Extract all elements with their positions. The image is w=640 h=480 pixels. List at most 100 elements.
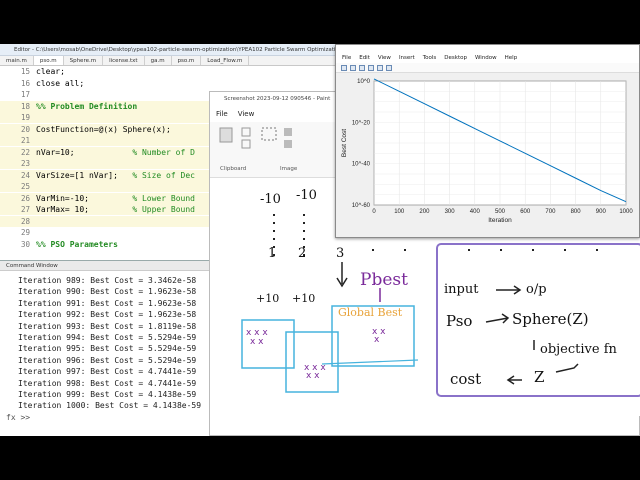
new-figure-icon[interactable] xyxy=(341,64,347,71)
code-text: %% Problem Definition xyxy=(36,101,138,111)
code-comment: % Lower Bound xyxy=(132,193,195,203)
command-output-line: Iteration 994: Best Cost = 5.5294e-59 xyxy=(18,333,197,342)
line-number: 22 xyxy=(20,147,30,157)
code-text: clear; xyxy=(36,67,65,76)
note-minus10-b: -10 xyxy=(296,188,317,203)
editor-tab[interactable]: pso.m xyxy=(33,56,64,65)
note-z: Z xyxy=(534,368,545,386)
pan-icon[interactable] xyxy=(386,64,392,71)
code-line: 18 %% Problem Definition xyxy=(0,100,210,112)
code-text: VarMax= 10; xyxy=(36,205,89,214)
command-output-line: Iteration 1000: Best Cost = 4.1438e-59 xyxy=(18,401,202,411)
command-prompt[interactable]: fx >> xyxy=(6,413,30,422)
command-window[interactable]: Command Window Iteration 989: Best Cost … xyxy=(0,260,210,436)
line-number: 30 xyxy=(20,239,30,249)
command-output-line: Iteration 993: Best Cost = 1.8119e-58 xyxy=(18,321,197,331)
print-icon[interactable] xyxy=(368,64,374,71)
note-plus10-a: +10 xyxy=(256,292,280,305)
code-line: 20 CostFunction=@(x) Sphere(x); xyxy=(0,123,210,135)
command-output-line: Iteration 998: Best Cost = 4.7441e-59 xyxy=(18,378,197,388)
best-cost-chart: 0 100 200 300 400 500 600 700 800 900 1000 10^0 10^-… xyxy=(341,78,633,224)
editor-tab[interactable]: ga.m xyxy=(145,56,172,65)
y-tick-label: 10^0 xyxy=(357,79,370,85)
copy-icon xyxy=(241,139,251,149)
editor-tab[interactable]: pso.m xyxy=(172,56,202,65)
code-text: VarSize=[1 nVar]; xyxy=(36,170,118,180)
resize-icon xyxy=(284,140,292,148)
y-tick-label: 10^-20 xyxy=(352,120,371,126)
figure-menu-item[interactable]: View xyxy=(378,53,391,63)
line-number: 24 xyxy=(20,170,30,180)
code-line: 29 xyxy=(0,227,210,238)
command-output-line: Iteration 991: Best Cost = 1.9623e-58 xyxy=(18,298,197,308)
note-input: input xyxy=(444,282,479,297)
line-number: 18 xyxy=(20,101,30,111)
code-line: 30 %% PSO Parameters xyxy=(0,239,210,250)
figure-menu-item[interactable]: Help xyxy=(505,53,518,63)
command-window-title: Command Window xyxy=(0,261,210,271)
figure-menu-item[interactable]: File xyxy=(342,53,351,63)
line-number: 19 xyxy=(20,113,30,122)
line-number: 17 xyxy=(20,90,30,99)
save-icon[interactable] xyxy=(359,64,365,71)
figure-menu-item[interactable]: Edit xyxy=(359,53,370,63)
figure-menu-item[interactable]: Desktop xyxy=(444,53,467,63)
open-icon[interactable] xyxy=(350,64,356,71)
video-frame: Editor - C:\Users\mosab\OneDrive\Desktop… xyxy=(0,0,640,480)
paint-menu-view[interactable]: View xyxy=(238,110,255,118)
line-number: 21 xyxy=(20,136,30,145)
svg-text:x x: x x xyxy=(250,337,264,347)
line-number: 16 xyxy=(20,78,30,88)
cut-icon xyxy=(241,127,251,137)
code-line: 27 VarMax= 10; % Upper Bound xyxy=(0,204,210,215)
editor-tab[interactable]: main.m xyxy=(0,56,34,65)
code-line: 17 xyxy=(0,89,210,100)
figure-toolbar xyxy=(336,63,639,73)
editor-tab[interactable]: Sphere.m xyxy=(64,56,104,65)
code-line: 25 xyxy=(0,181,210,192)
code-text: CostFunction=@(x) Sphere(x); xyxy=(36,124,171,134)
zoom-icon[interactable] xyxy=(377,64,383,71)
code-comment: % Number of D xyxy=(132,147,195,157)
code-line: 15 clear; xyxy=(0,66,210,77)
note-cost: cost xyxy=(450,370,482,388)
line-number: 25 xyxy=(20,182,30,191)
x-tick-label: 300 xyxy=(445,209,456,215)
x-tick-label: 800 xyxy=(571,209,582,215)
command-output-line: Iteration 996: Best Cost = 5.5294e-59 xyxy=(18,355,197,365)
figure-menu-item[interactable]: Insert xyxy=(399,53,415,63)
line-number: 28 xyxy=(20,216,30,226)
x-tick-label: 400 xyxy=(470,209,481,215)
code-text: VarMin=-10; xyxy=(36,193,89,203)
paste-icon xyxy=(219,127,233,143)
figure-menu-item[interactable]: Tools xyxy=(423,53,437,63)
line-number: 29 xyxy=(20,228,30,237)
code-line: 23 xyxy=(0,158,210,169)
editor-tab[interactable]: Load_Flow.m xyxy=(201,56,250,65)
note-3: 3 xyxy=(336,246,345,261)
image-label: Image xyxy=(280,166,298,172)
note-pso: Pso xyxy=(446,312,473,330)
select-icon xyxy=(261,127,277,141)
x-tick-label: 1000 xyxy=(619,209,633,215)
line-number: 27 xyxy=(20,205,30,214)
line-number: 15 xyxy=(20,67,30,76)
x-tick-label: 0 xyxy=(372,209,376,215)
note-objective: objective fn xyxy=(540,342,617,357)
clipboard-label: Clipboard xyxy=(220,166,247,172)
command-output-line: Iteration 999: Best Cost = 4.1438e-59 xyxy=(18,390,197,399)
x-tick-label: 900 xyxy=(596,209,607,215)
command-output-line: Iteration 997: Best Cost = 4.7441e-59 xyxy=(18,367,197,377)
code-line: 24 VarSize=[1 nVar]; % Size of Dec xyxy=(0,169,210,181)
figure-window: File Edit View Insert Tools Desktop Window Help… xyxy=(335,44,640,238)
figure-menu-item[interactable]: Window xyxy=(475,53,497,63)
svg-text:x: x xyxy=(374,335,380,345)
svg-text:x x: x x xyxy=(306,371,320,381)
editor-tab[interactable]: license.txt xyxy=(103,56,145,65)
x-tick-label: 700 xyxy=(545,209,556,215)
code-text: %% PSO Parameters xyxy=(36,239,118,249)
y-tick-label: 10^-60 xyxy=(352,203,371,209)
paint-menu-file[interactable]: File xyxy=(216,110,228,118)
code-line: 28 xyxy=(0,215,210,227)
code-editor[interactable]: 15 clear; 16 close all; 17 18 %% Problem Defin… xyxy=(0,66,210,262)
